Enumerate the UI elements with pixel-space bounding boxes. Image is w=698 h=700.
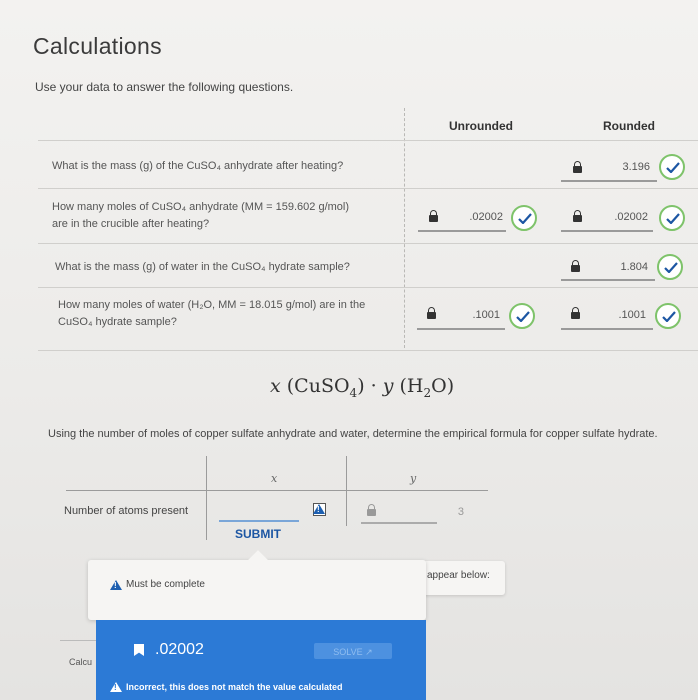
check-icon — [655, 303, 681, 329]
question-1: What is the mass (g) of the CuSO₄ anhydr… — [52, 160, 344, 172]
column-y-header: y — [410, 472, 417, 485]
header-rule — [38, 140, 698, 141]
x-input[interactable] — [219, 520, 299, 522]
lock-icon — [573, 210, 582, 223]
side-label: Calcu — [69, 657, 93, 667]
submit-button[interactable]: SUBMIT — [235, 527, 281, 541]
check-icon — [657, 254, 683, 280]
lock-icon — [427, 307, 436, 320]
check-icon — [659, 205, 685, 231]
grid-line — [346, 456, 347, 526]
rounded-input-4[interactable] — [561, 328, 653, 330]
grid-line — [206, 456, 207, 540]
grid-line — [66, 490, 488, 491]
warning-icon: ! — [313, 503, 326, 516]
solve-button[interactable]: SOLVE ↗ — [314, 643, 392, 659]
page-title: Calculations — [33, 33, 162, 59]
lock-icon — [573, 161, 582, 174]
check-icon — [511, 205, 537, 231]
check-icon — [509, 303, 535, 329]
header-unrounded: Unrounded — [449, 119, 513, 133]
column-x-header: x — [271, 472, 278, 485]
validation-message: Must be complete — [126, 579, 205, 590]
atoms-row-label: Number of atoms present — [64, 505, 189, 517]
rounded-input-3[interactable] — [561, 279, 655, 281]
warning-icon: ! — [110, 580, 122, 590]
rounded-value-3[interactable]: 1.804 — [588, 261, 648, 273]
y-value: 3 — [457, 506, 464, 518]
question-2-line2: are in the crucible after heating? — [52, 218, 210, 230]
rounded-value-1[interactable]: 3.196 — [590, 161, 650, 173]
row-divider — [38, 188, 698, 189]
rounded-value-4[interactable]: .1001 — [588, 309, 646, 321]
page-subtitle: Use your data to answer the following qu… — [35, 80, 294, 94]
instruction-text: Using the number of moles of copper sulf… — [48, 428, 658, 440]
warning-icon: ! — [110, 682, 122, 692]
question-3: What is the mass (g) of water in the CuS… — [55, 261, 350, 273]
rounded-input-2[interactable] — [561, 230, 653, 232]
row-divider — [38, 287, 698, 288]
lock-icon — [367, 504, 376, 517]
unrounded-input-2[interactable] — [418, 230, 506, 232]
lock-icon — [571, 260, 580, 273]
question-4-line2: CuSO₄ hydrate sample? — [58, 316, 177, 328]
y-input[interactable] — [361, 522, 437, 524]
unrounded-input-4[interactable] — [417, 328, 505, 330]
row-divider — [38, 243, 698, 244]
lock-icon — [571, 307, 580, 320]
incorrect-message: Incorrect, this does not match the value… — [126, 682, 343, 692]
hydrate-formula: x (CuSO4) · y (H2O) — [270, 375, 455, 400]
rounded-value-2[interactable]: .02002 — [590, 211, 648, 223]
header-rounded: Rounded — [603, 119, 655, 133]
unrounded-value-4[interactable]: .1001 — [444, 309, 500, 321]
column-divider — [404, 108, 405, 348]
hint-text: appear below: — [427, 570, 490, 581]
check-icon — [659, 154, 685, 180]
question-4-line1: How many moles of water (H₂O, MM = 18.01… — [58, 299, 366, 311]
feedback-value: .02002 — [155, 641, 204, 658]
question-2-line1: How many moles of CuSO₄ anhydrate (MM = … — [52, 201, 350, 213]
side-divider — [60, 640, 96, 641]
lock-icon — [429, 210, 438, 223]
rounded-input-1[interactable] — [561, 180, 657, 182]
unrounded-value-2[interactable]: .02002 — [445, 211, 503, 223]
table-bottom-rule — [38, 350, 698, 351]
